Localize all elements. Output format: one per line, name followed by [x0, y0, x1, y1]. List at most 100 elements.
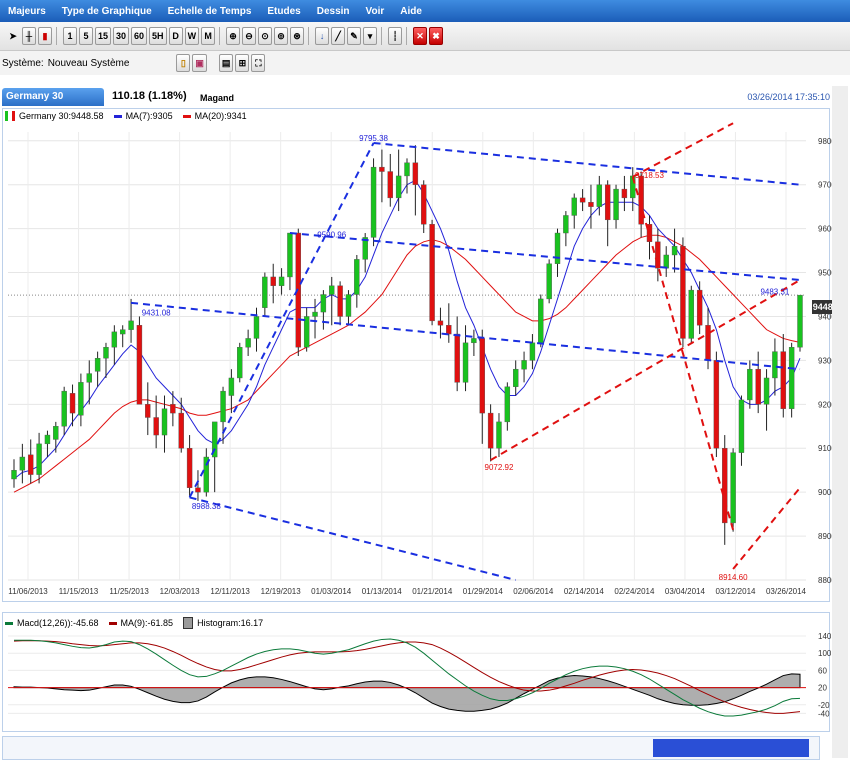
candle: [128, 320, 134, 330]
candle: [554, 232, 561, 264]
chart-canvas[interactable]: 9800.009700.009600.009500.009400.009300.…: [0, 0, 850, 758]
candle: [504, 386, 511, 423]
candle: [136, 325, 143, 405]
candle: [596, 184, 603, 207]
candle: [195, 487, 201, 493]
macd-histogram: [13, 673, 801, 712]
candle: [521, 360, 527, 370]
candle: [621, 188, 628, 199]
price-annotation: 9718.53: [635, 171, 664, 180]
candle: [228, 377, 235, 396]
x-tick-label: 02/14/2014: [564, 587, 605, 596]
price-annotation: 9431.08: [142, 309, 171, 318]
candle: [688, 289, 694, 339]
candle: [78, 382, 84, 416]
candle: [320, 294, 327, 313]
macd-y-tick-label: 100: [818, 649, 832, 658]
vertical-scrollbar[interactable]: [832, 86, 848, 758]
candle: [772, 351, 778, 379]
candle: [788, 347, 795, 409]
candle: [663, 254, 669, 269]
candle: [312, 311, 318, 317]
candle: [329, 285, 335, 295]
trendline-red: [732, 487, 801, 570]
candle: [253, 316, 260, 339]
candle: [153, 417, 159, 436]
candle: [287, 232, 293, 278]
x-tick-label: 12/19/2013: [261, 587, 302, 596]
candle: [120, 329, 126, 335]
candle: [345, 294, 352, 317]
candle: [170, 404, 176, 414]
candle: [370, 166, 377, 238]
candle: [245, 338, 251, 348]
candle: [11, 469, 17, 480]
trendline-blue: [189, 496, 516, 581]
x-tick-label: 11/15/2013: [59, 587, 99, 596]
candle: [86, 373, 92, 383]
macd-y-tick-label: 140: [818, 632, 832, 641]
candle: [604, 184, 611, 221]
candle: [797, 294, 803, 348]
candle: [579, 197, 586, 203]
candle: [379, 166, 385, 172]
candle: [755, 368, 761, 405]
candle: [546, 263, 552, 300]
candle: [103, 347, 109, 359]
candle: [161, 408, 168, 436]
price-annotation: 9483.31: [760, 288, 789, 297]
candle: [270, 276, 276, 286]
candle: [588, 202, 594, 207]
x-tick-label: 01/29/2014: [463, 587, 504, 596]
candle: [738, 399, 745, 453]
price-annotation: 9795.38: [359, 134, 388, 143]
candle: [462, 342, 469, 383]
x-tick-label: 11/06/2013: [8, 587, 48, 596]
x-tick-label: 01/13/2014: [362, 587, 403, 596]
candle: [412, 162, 419, 185]
x-tick-label: 03/04/2014: [665, 587, 706, 596]
candle: [186, 448, 193, 488]
candle: [28, 454, 34, 475]
time-navigator[interactable]: [2, 736, 820, 760]
trendline-red: [490, 279, 801, 461]
macd-y-tick-label: -40: [818, 709, 830, 718]
candle: [404, 162, 410, 177]
navigator-window[interactable]: [653, 739, 809, 757]
candle: [44, 434, 51, 445]
candle: [94, 357, 101, 372]
trendline-blue: [373, 141, 801, 186]
candle: [613, 188, 619, 221]
candle: [513, 368, 519, 387]
candle: [337, 285, 343, 317]
trendline-red: [632, 122, 734, 178]
price-annotation: 9590.96: [317, 230, 346, 239]
x-tick-label: 01/03/2014: [311, 587, 352, 596]
candle: [487, 412, 494, 449]
x-tick-label: 12/11/2013: [210, 587, 250, 596]
price-annotation: 8988.38: [192, 502, 221, 511]
candle: [278, 276, 285, 286]
candle: [61, 390, 67, 427]
candle: [780, 351, 786, 409]
candle: [713, 360, 720, 449]
candle: [69, 393, 76, 414]
candle: [454, 333, 460, 383]
candle: [479, 338, 485, 414]
x-tick-label: 01/21/2014: [412, 587, 453, 596]
macd-y-tick-label: 60: [818, 666, 827, 675]
price-annotation: 9072.92: [485, 463, 514, 472]
candle: [496, 421, 502, 449]
candle: [19, 456, 26, 471]
candle: [671, 245, 678, 256]
macd-y-tick-label: 20: [818, 684, 827, 693]
candle: [730, 452, 736, 524]
candle: [111, 331, 118, 348]
candle: [471, 338, 477, 344]
candle: [722, 448, 728, 524]
candle: [446, 325, 452, 335]
candle: [429, 224, 435, 322]
candle: [763, 377, 770, 405]
candle: [145, 404, 151, 418]
candle: [178, 412, 184, 449]
